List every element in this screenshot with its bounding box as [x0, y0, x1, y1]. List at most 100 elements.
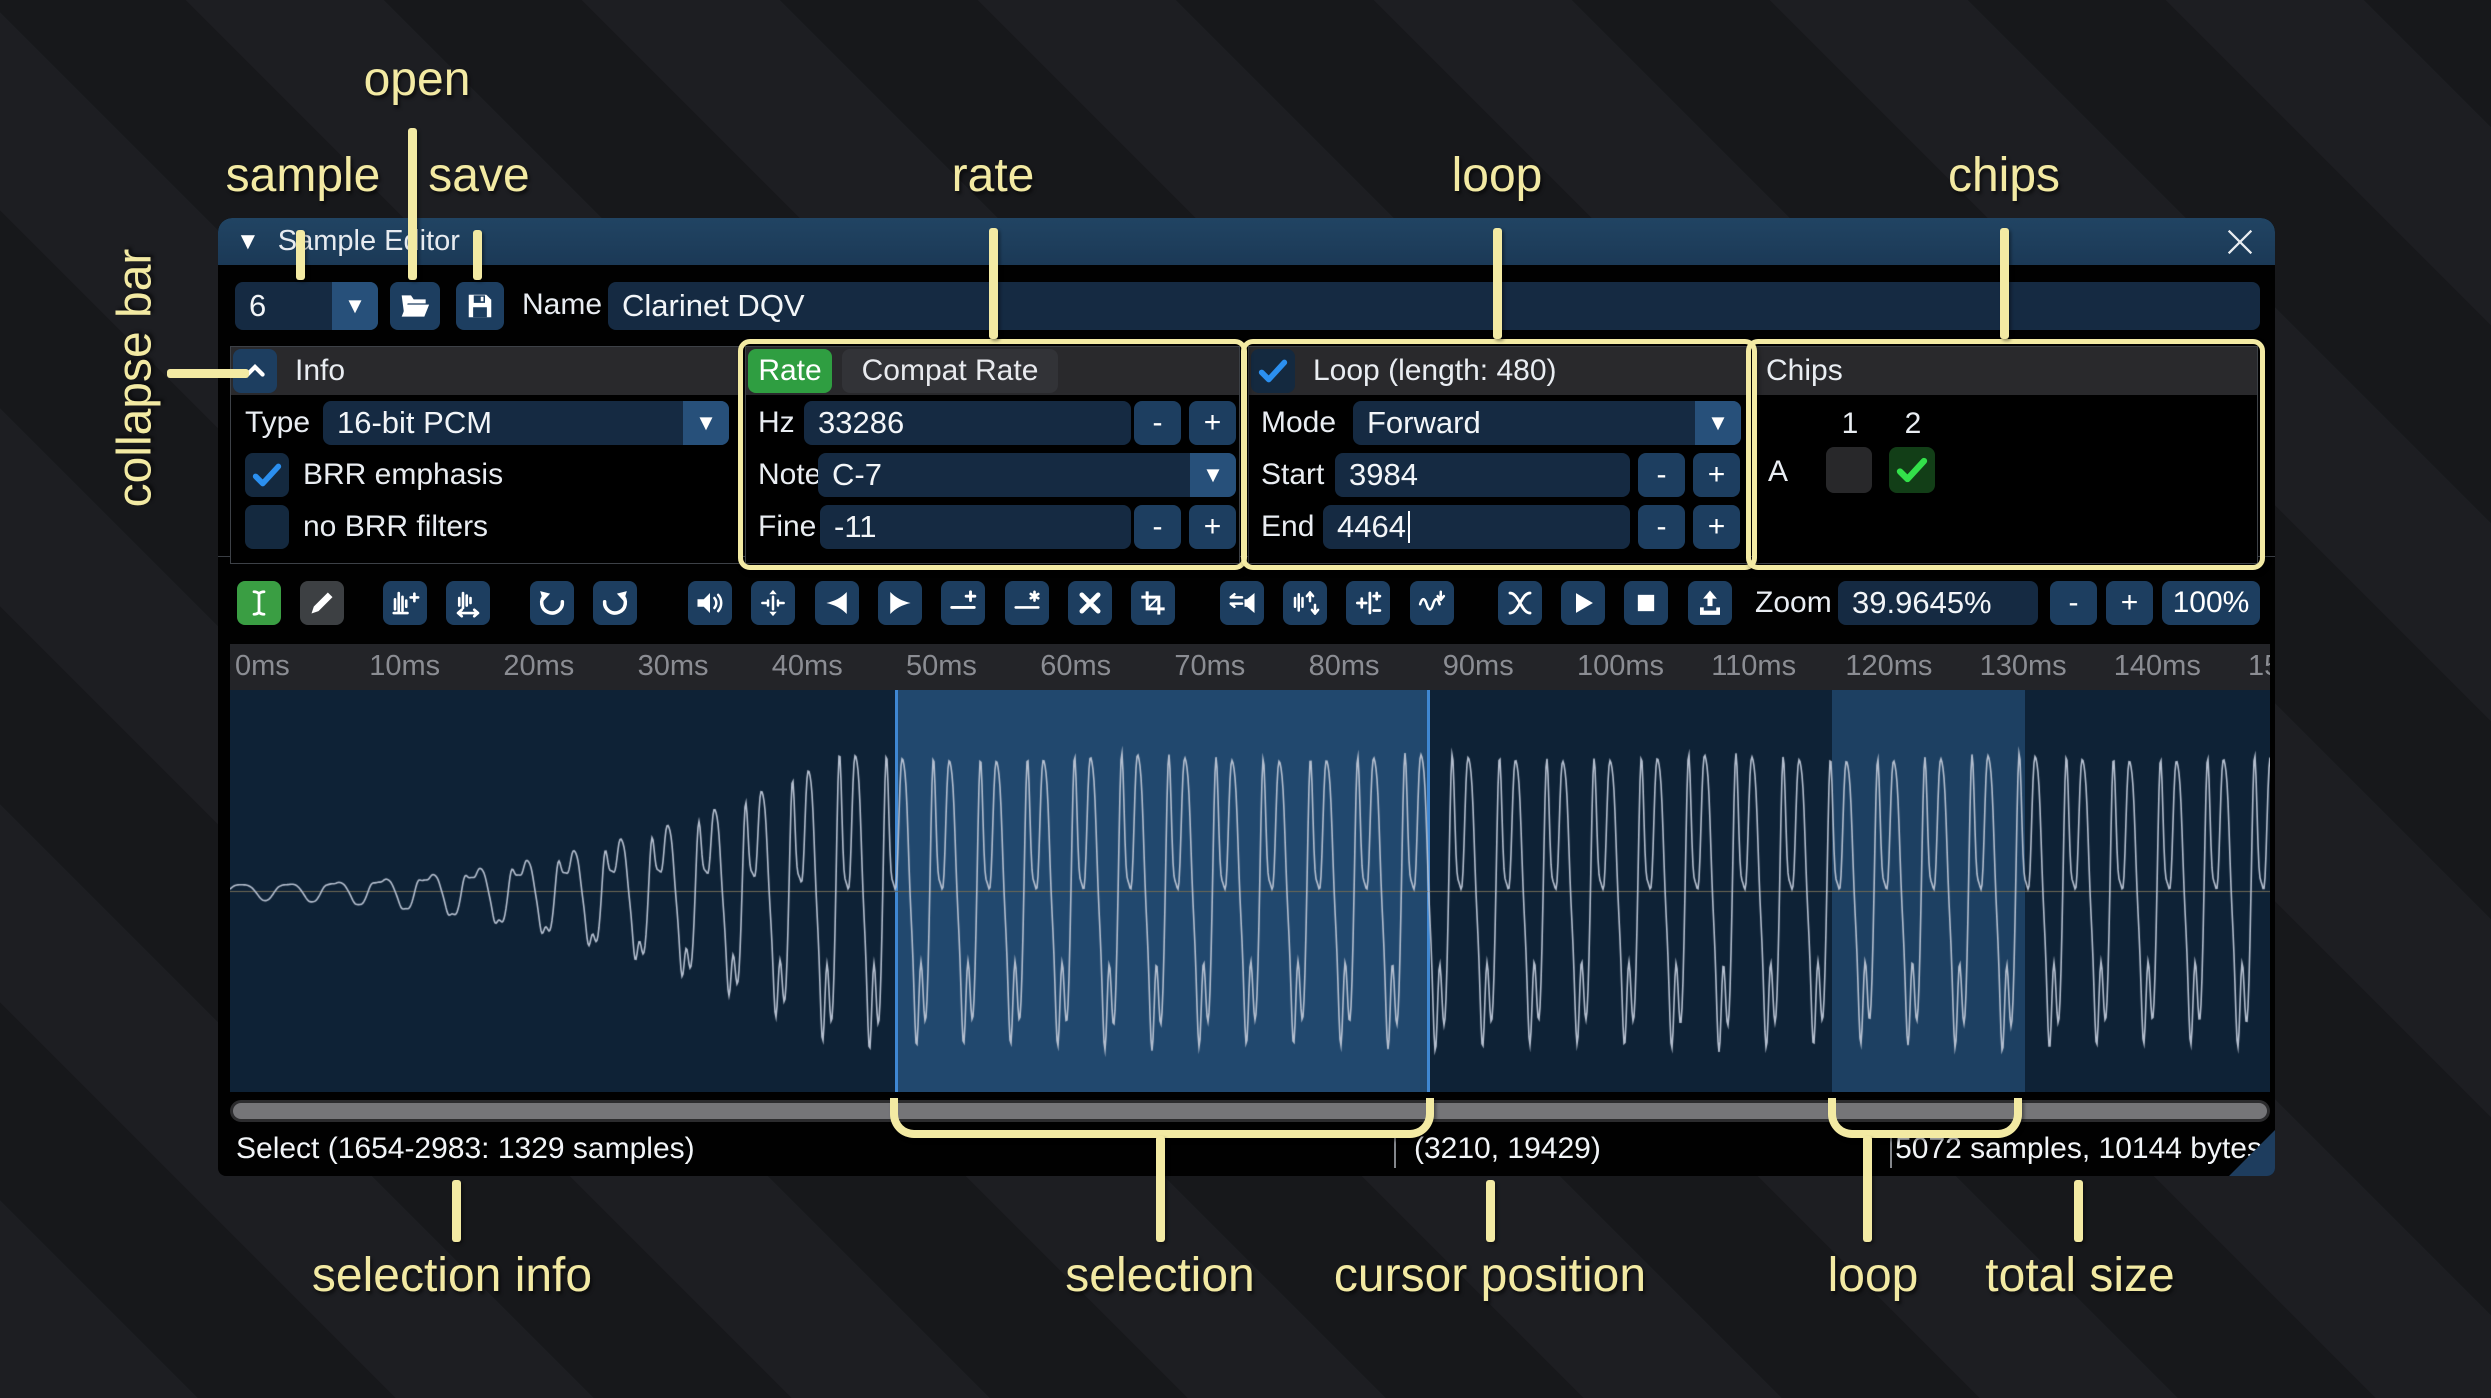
sample-number-select[interactable]: 6 ▼	[235, 282, 378, 330]
zoom-reset-button[interactable]: 100%	[2162, 581, 2260, 625]
documentation-page: ▼ Sample Editor 6 ▼ Name Clarinet DQV In…	[0, 0, 2491, 1398]
annotation-save: save	[428, 149, 530, 202]
annotation-loop-top: loop	[1451, 149, 1543, 202]
timeline-label: 100ms	[1577, 650, 1665, 682]
resize-button[interactable]	[383, 581, 427, 625]
annotation-total-size: total size	[1985, 1249, 2175, 1302]
timeline-label: 30ms	[637, 650, 709, 682]
draw-pencil-tool-button[interactable]	[300, 581, 344, 625]
redo-button[interactable]	[593, 581, 637, 625]
reverse-button[interactable]	[1220, 581, 1264, 625]
loop-highlight-box	[1241, 339, 1757, 570]
brr-emphasis-label: BRR emphasis	[303, 458, 504, 491]
cursor-position-text: (3210, 19429)	[1414, 1132, 1601, 1165]
name-label: Name	[522, 288, 603, 321]
callout-line-total-size	[2074, 1180, 2083, 1242]
floppy-save-icon	[465, 291, 495, 321]
annotation-open: open	[363, 53, 471, 106]
annotation-selection: selection	[1065, 1249, 1255, 1302]
sample-name-value: Clarinet DQV	[622, 288, 805, 323]
info-panel-header: Info	[231, 347, 741, 395]
annotation-rate: rate	[951, 149, 1035, 202]
callout-line-rate	[989, 228, 998, 339]
timeline-label: 70ms	[1174, 650, 1246, 682]
callout-line-selection	[1156, 1136, 1165, 1242]
timeline-label: 120ms	[1845, 650, 1933, 682]
apply-silence-button[interactable]	[1005, 581, 1049, 625]
zoom-value: 39.9645%	[1852, 585, 1992, 620]
brr-emphasis-checkbox[interactable]	[245, 453, 289, 497]
annotation-selection-info: selection info	[311, 1249, 593, 1302]
annotation-cursor-position: cursor position	[1333, 1249, 1647, 1302]
insert-silence-button[interactable]	[941, 581, 985, 625]
open-sample-button[interactable]	[390, 282, 440, 330]
sample-name-input[interactable]: Clarinet DQV	[608, 282, 2260, 330]
window-collapse-triangle-icon[interactable]: ▼	[236, 228, 260, 256]
selection-brace	[890, 1098, 1434, 1138]
chips-highlight-box	[1746, 339, 2265, 570]
fade-out-button[interactable]	[878, 581, 922, 625]
timeline-label: 140ms	[2113, 650, 2201, 682]
window-titlebar[interactable]: ▼ Sample Editor	[218, 218, 2275, 265]
no-brr-filters-checkbox[interactable]	[245, 505, 289, 549]
window-title: Sample Editor	[277, 225, 460, 257]
zoom-plus-button[interactable]: +	[2106, 581, 2153, 625]
sample-type-select[interactable]: 16-bit PCM ▼	[323, 401, 729, 445]
timeline-label: 60ms	[1040, 650, 1112, 682]
dropdown-arrow-icon[interactable]: ▼	[683, 401, 729, 445]
timeline-label: 50ms	[906, 650, 977, 682]
timeline-label: 0ms	[235, 650, 290, 682]
zoom-minus-button[interactable]: -	[2050, 581, 2097, 625]
waveform-display[interactable]	[230, 690, 2270, 1092]
normalize-button[interactable]	[751, 581, 795, 625]
type-label: Type	[245, 406, 311, 439]
timeline-label: 130ms	[1979, 650, 2067, 682]
sample-number-value: 6	[249, 288, 267, 323]
callout-line-collapse-bar	[167, 369, 249, 378]
dropdown-arrow-icon[interactable]: ▼	[332, 282, 378, 330]
timeline-label: 90ms	[1442, 650, 1514, 682]
upload-sample-button[interactable]	[1688, 581, 1732, 625]
timeline-label: 150ms	[2248, 650, 2270, 682]
save-sample-button[interactable]	[456, 282, 504, 330]
annotation-loop-bottom: loop	[1827, 1249, 1919, 1302]
annotation-chips: chips	[1947, 149, 2061, 202]
ibeam-select-tool-button[interactable]	[237, 581, 281, 625]
preview-play-button[interactable]	[1561, 581, 1605, 625]
check-icon	[252, 463, 282, 487]
info-header-label: Info	[295, 354, 346, 387]
zoom-label: Zoom	[1755, 586, 1832, 619]
crossfade-loop-button[interactable]	[1498, 581, 1542, 625]
fade-in-button[interactable]	[815, 581, 859, 625]
invert-button[interactable]	[1283, 581, 1327, 625]
filter-button[interactable]	[1410, 581, 1454, 625]
loop-brace	[1828, 1098, 2022, 1138]
timeline-label: 40ms	[771, 650, 843, 682]
toolbar: Zoom 39.9645% - + 100%	[218, 576, 2275, 630]
undo-button[interactable]	[530, 581, 574, 625]
trim-button[interactable]	[1131, 581, 1175, 625]
preview-stop-button[interactable]	[1624, 581, 1668, 625]
delete-button[interactable]	[1068, 581, 1112, 625]
resize-grip[interactable]	[2229, 1130, 2275, 1176]
folder-open-icon	[399, 290, 431, 322]
callout-line-sample	[296, 230, 305, 280]
callout-line-loop-bottom	[1863, 1136, 1872, 1242]
callout-line-cursor-position	[1486, 1180, 1495, 1242]
annotation-collapse-bar: collapse bar	[108, 248, 162, 508]
callout-line-selection-info	[452, 1180, 461, 1242]
timeline-label: 20ms	[503, 650, 575, 682]
amplify-button[interactable]	[688, 581, 732, 625]
close-icon[interactable]	[2223, 225, 2257, 259]
annotation-sample: sample	[225, 149, 381, 202]
zoom-input[interactable]: 39.9645%	[1838, 581, 2038, 625]
timeline-label: 10ms	[369, 650, 441, 682]
signed-unsigned-button[interactable]	[1346, 581, 1390, 625]
sample-row: 6 ▼ Name Clarinet DQV	[218, 282, 2275, 330]
callout-line-open	[408, 128, 417, 280]
callout-line-chips	[2000, 228, 2009, 339]
info-panel: Info Type 16-bit PCM ▼ BRR emphasis no B…	[230, 346, 742, 564]
timeline-label: 80ms	[1308, 650, 1380, 682]
waveform-canvas[interactable]	[230, 690, 2270, 1092]
resample-button[interactable]	[446, 581, 490, 625]
